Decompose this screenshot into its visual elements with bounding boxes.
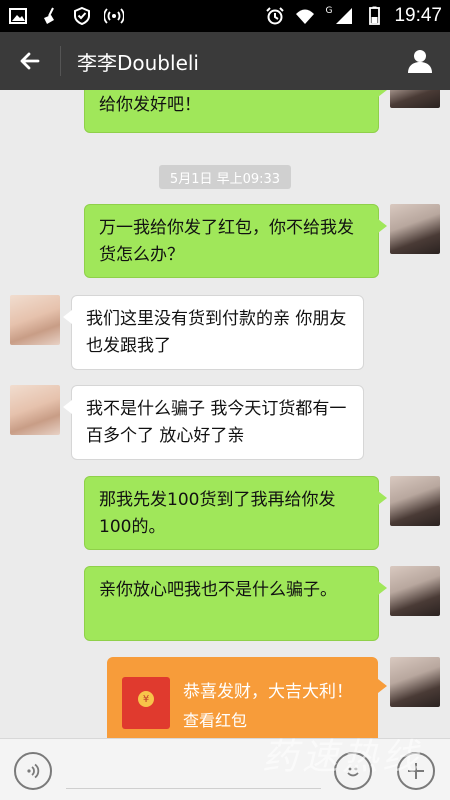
input-bar <box>0 738 450 800</box>
chat-info-button[interactable] <box>390 32 450 90</box>
message-text: 那我先发100货到了我再给你发100的。 <box>99 490 336 537</box>
wifi-icon <box>296 9 315 24</box>
back-button[interactable] <box>0 32 60 90</box>
avatar[interactable] <box>10 295 60 345</box>
avatar[interactable] <box>390 657 440 707</box>
message-bubble[interactable]: 亲你放心吧我也不是什么骗子。 <box>84 566 387 641</box>
emoji-button[interactable] <box>334 752 372 790</box>
message-input[interactable] <box>66 753 321 789</box>
chat-title: 李李Doubleli <box>77 50 199 75</box>
timestamp: 5月1日 早上09:33 <box>159 165 291 189</box>
red-packet-message[interactable]: ¥ 恭喜发财，大吉大利！ 查看红包 <box>107 657 387 738</box>
hotspot-icon <box>104 8 124 24</box>
message-text: 我们这里没有货到付款的亲 你朋友也发跟我了 <box>86 309 347 356</box>
avatar[interactable] <box>10 385 60 435</box>
message-text: 亲你放心吧我也不是什么骗子。 <box>99 580 337 600</box>
header-divider <box>60 46 61 76</box>
avatar[interactable] <box>390 476 440 526</box>
message-text: 万一我给你发了红包，你不给我发货怎么办？ <box>99 218 354 265</box>
message-bubble[interactable]: 万一我给你发了红包，你不给我发货怎么办？ <box>84 204 387 278</box>
more-button[interactable] <box>397 752 435 790</box>
person-icon <box>408 50 432 73</box>
avatar[interactable] <box>390 204 440 254</box>
arrow-left-icon <box>20 52 40 70</box>
message-bubble[interactable]: 我不是什么骗子 我今天订货都有一百多个了 放心好了亲 <box>63 385 364 460</box>
red-packet-icon: ¥ <box>122 677 170 729</box>
voice-button[interactable] <box>14 752 52 790</box>
network-type-label: G <box>325 6 333 16</box>
coin-icon: ¥ <box>138 691 154 707</box>
clock: 19:47 <box>394 5 442 26</box>
signal-icon <box>336 8 353 24</box>
battery-icon <box>369 6 381 25</box>
avatar[interactable] <box>390 566 440 616</box>
shield-icon <box>74 6 90 26</box>
alarm-icon <box>266 7 285 25</box>
gallery-icon <box>9 8 27 24</box>
message-list[interactable]: 给你发好吧！ 5月1日 早上09:33 万一我给你发了红包，你不给我发货怎么办？… <box>0 90 450 738</box>
avatar[interactable] <box>390 90 440 108</box>
red-packet-view-label: 查看红包 <box>183 711 248 730</box>
voice-icon <box>27 763 40 779</box>
red-packet-greeting: 恭喜发财，大吉大利！ <box>183 682 353 702</box>
message-bubble[interactable]: 我们这里没有货到付款的亲 你朋友也发跟我了 <box>63 295 364 370</box>
emoji-icon <box>347 767 359 777</box>
message-bubble[interactable]: 那我先发100货到了我再给你发100的。 <box>84 476 387 550</box>
message-text: 我不是什么骗子 我今天订货都有一百多个了 放心好了亲 <box>86 399 347 446</box>
message-text: 给你发好吧！ <box>99 95 201 115</box>
status-bar: G 19:47 <box>0 0 450 32</box>
plus-icon <box>408 763 424 779</box>
message-bubble[interactable]: 给你发好吧！ <box>84 90 387 133</box>
chat-header: 李李Doubleli <box>0 32 450 90</box>
broom-icon <box>44 7 54 24</box>
